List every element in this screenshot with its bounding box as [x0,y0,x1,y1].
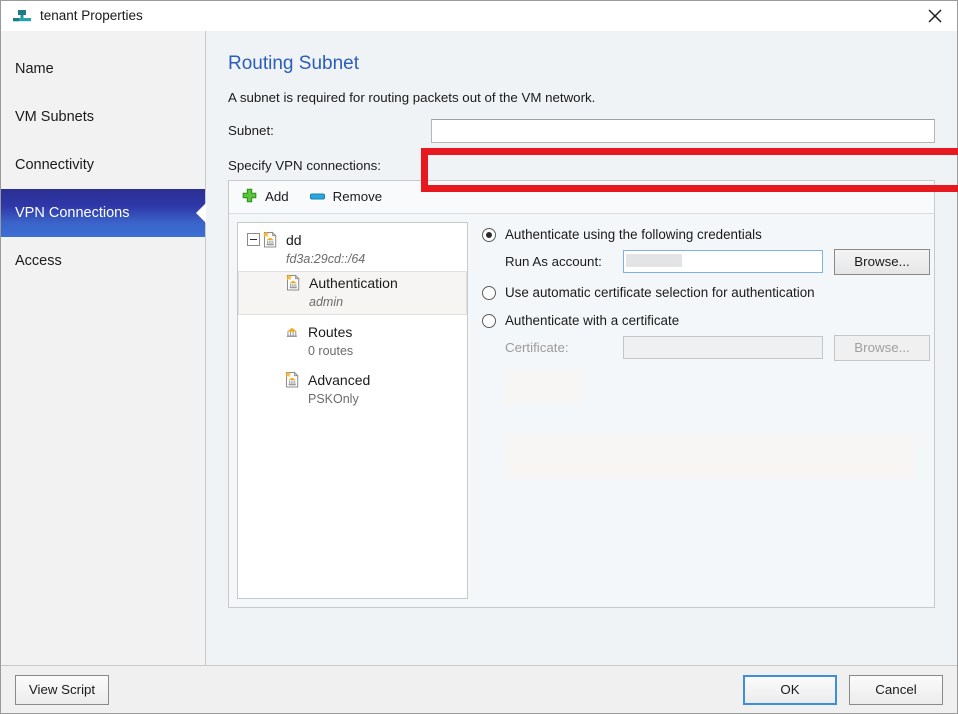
sidebar-item-name[interactable]: Name [1,45,205,93]
certificate-row: Certificate: Browse... [505,335,926,361]
vpn-connection-icon [260,230,280,250]
tree-item-sublabel: fd3a:29cd::/64 [286,251,467,271]
radio-auto-cert[interactable] [482,286,496,300]
tree-item-label: Routes [308,324,352,340]
tree-item-label: Advanced [308,372,370,388]
remove-button[interactable]: Remove [307,186,389,207]
routes-icon [282,322,302,342]
sidebar-item-label: VM Subnets [15,109,94,125]
tree-item-advanced[interactable]: Advanced PSKOnly [238,369,467,411]
sidebar-item-access[interactable]: Access [1,237,205,285]
redacted-block [505,434,915,479]
expander-icon[interactable] [247,233,260,246]
tree-item-sublabel: PSKOnly [308,391,467,411]
run-as-browse-button[interactable]: Browse... [834,249,930,275]
selection-chevron-icon [192,189,206,237]
certificate-label: Certificate: [505,340,623,355]
title-bar: tenant Properties [1,1,957,31]
option-certificate-label: Authenticate with a certificate [505,312,679,330]
specify-vpn-connections-label: Specify VPN connections: [228,158,935,173]
sidebar-item-label: Name [15,61,54,77]
tenant-properties-dialog: tenant Properties Name VM Subnets Connec… [0,0,958,714]
tree-item-routes[interactable]: Routes 0 routes [238,321,467,363]
sidebar-item-vm-subnets[interactable]: VM Subnets [1,93,205,141]
option-certificate[interactable]: Authenticate with a certificate [482,312,926,330]
network-adapter-icon [11,7,33,25]
subnet-label: Subnet: [228,123,431,138]
subnet-row: Subnet: [228,118,935,144]
tree-item-authentication[interactable]: Authentication admin [238,271,467,315]
tree-item-dd[interactable]: dd fd3a:29cd::/64 [238,229,467,271]
tree-item-sublabel: 0 routes [308,343,467,363]
vpn-connections-groupbox: Add Remove [228,180,935,608]
subnet-input[interactable] [431,119,935,143]
dialog-body: Name VM Subnets Connectivity VPN Connect… [1,31,957,665]
page-description: A subnet is required for routing packets… [228,90,935,105]
dialog-footer: View Script OK Cancel [1,665,957,713]
plus-icon [241,188,258,205]
sidebar-item-connectivity[interactable]: Connectivity [1,141,205,189]
ok-button[interactable]: OK [743,675,837,705]
close-icon[interactable] [913,1,957,31]
radio-certificate[interactable] [482,314,496,328]
vpn-toolbar: Add Remove [229,181,934,214]
advanced-icon [282,370,302,390]
add-button[interactable]: Add [239,186,295,207]
sidebar-item-label: Connectivity [15,157,94,173]
tree-item-sublabel: admin [309,294,466,314]
tree-item-label: Authentication [309,275,398,291]
minus-bar-icon [309,188,326,205]
authentication-icon [283,273,303,293]
sidebar: Name VM Subnets Connectivity VPN Connect… [1,31,206,665]
redacted-block [505,370,581,404]
remove-label: Remove [333,189,383,204]
certificate-browse-button: Browse... [834,335,930,361]
run-as-account-label: Run As account: [505,254,623,269]
sidebar-item-vpn-connections[interactable]: VPN Connections [1,189,205,237]
run-as-account-row: Run As account: Browse... [505,249,926,275]
radio-credentials[interactable] [482,228,496,242]
option-credentials-label: Authenticate using the following credent… [505,226,762,244]
add-label: Add [265,189,289,204]
sidebar-item-label: VPN Connections [15,205,129,221]
page-title: Routing Subnet [228,53,935,76]
main-pane: Routing Subnet A subnet is required for … [206,31,957,665]
window-title: tenant Properties [40,9,143,23]
option-auto-cert[interactable]: Use automatic certificate selection for … [482,284,926,302]
tree-item-label: dd [286,232,302,248]
groupbox-body: dd fd3a:29cd::/64 [229,214,934,607]
vpn-connections-tree[interactable]: dd fd3a:29cd::/64 [237,222,468,599]
redacted-value [626,254,682,267]
option-auto-cert-label: Use automatic certificate selection for … [505,284,815,302]
sidebar-item-label: Access [15,253,62,269]
certificate-input [623,336,823,359]
option-credentials[interactable]: Authenticate using the following credent… [482,226,926,244]
authentication-options-pane: Authenticate using the following credent… [468,222,926,599]
cancel-button[interactable]: Cancel [849,675,943,705]
view-script-button[interactable]: View Script [15,675,109,705]
